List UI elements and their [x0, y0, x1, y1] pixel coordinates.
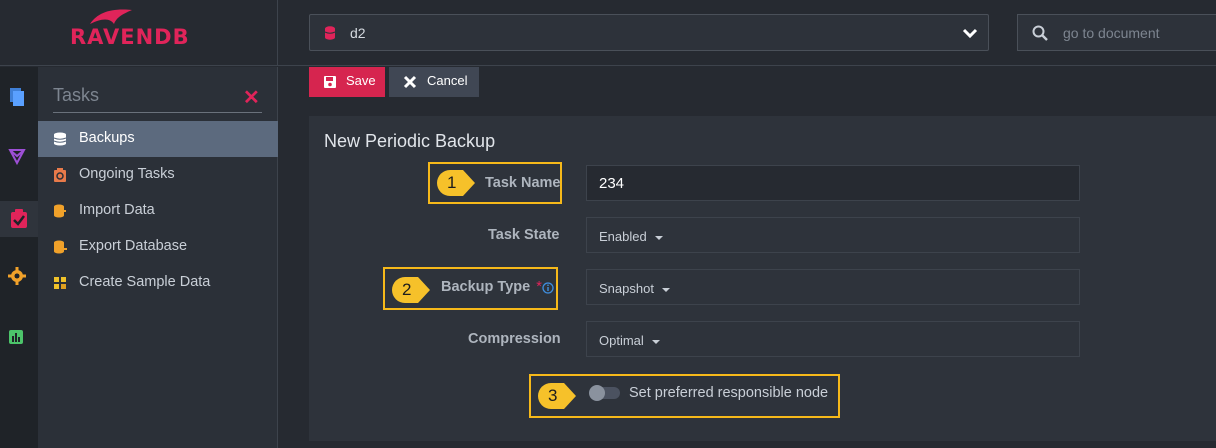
- cancel-button[interactable]: Cancel: [389, 67, 479, 97]
- logo-text: RAVENDB: [70, 25, 190, 49]
- menu-item-label: Create Sample Data: [79, 274, 211, 290]
- tasks-icon: [11, 209, 27, 228]
- database-icon: [324, 26, 336, 40]
- go-to-document-placeholder: go to document: [1063, 25, 1160, 41]
- menu-item-label: Ongoing Tasks: [79, 166, 175, 182]
- documents-nav[interactable]: [8, 87, 30, 109]
- indexes-nav[interactable]: [8, 147, 30, 169]
- menu-item-import-data[interactable]: Import Data: [38, 193, 278, 229]
- menu-item-label: Backups: [79, 130, 135, 146]
- database-selector[interactable]: d2: [309, 14, 989, 51]
- tasks-nav[interactable]: [0, 201, 38, 237]
- callout-number: 3: [548, 386, 558, 405]
- save-label: Save: [346, 73, 376, 88]
- database-name: d2: [350, 25, 366, 41]
- logo-area: RAVENDB: [0, 0, 278, 66]
- import-icon: [54, 204, 66, 218]
- caret-down-icon: [654, 235, 663, 240]
- save-button[interactable]: Save: [309, 67, 385, 97]
- form-title: New Periodic Backup: [324, 131, 496, 151]
- stats-nav[interactable]: [8, 329, 30, 351]
- task-state-dropdown[interactable]: Enabled: [586, 217, 1080, 253]
- tasks-menu: Tasks ✕ Backups Ongoing Tasks Import Dat…: [38, 67, 278, 448]
- sample-data-icon: [54, 277, 66, 289]
- export-icon: [54, 240, 67, 254]
- compression-value: Optimal: [599, 333, 644, 348]
- cancel-label: Cancel: [427, 73, 468, 88]
- main-icon-bar: [0, 67, 38, 448]
- callout-number: 1: [447, 173, 457, 192]
- menu-title: Tasks: [53, 85, 100, 105]
- chevron-down-icon: [962, 28, 978, 39]
- backup-icon: [53, 132, 67, 146]
- callout-marker-1: 1: [435, 168, 475, 198]
- menu-item-backups[interactable]: Backups: [38, 121, 278, 157]
- close-icon: [403, 75, 417, 89]
- menu-divider: [53, 112, 262, 113]
- gear-icon: [8, 267, 26, 285]
- task-name-value: 234: [599, 175, 625, 192]
- menu-item-create-sample-data[interactable]: Create Sample Data: [38, 265, 278, 301]
- menu-item-label: Export Database: [79, 238, 188, 254]
- documents-icon: [10, 88, 24, 106]
- backup-type-dropdown[interactable]: Snapshot: [586, 269, 1080, 305]
- task-state-label: Task State: [488, 227, 560, 243]
- search-icon: [1032, 25, 1048, 41]
- close-icon[interactable]: ✕: [243, 85, 260, 110]
- task-state-value: Enabled: [599, 229, 647, 244]
- raven-logo-icon: [90, 9, 132, 24]
- menu-item-label: Import Data: [79, 202, 155, 218]
- compression-label: Compression: [468, 331, 561, 347]
- menu-item-ongoing-tasks[interactable]: Ongoing Tasks: [38, 157, 278, 193]
- backup-type-value: Snapshot: [599, 281, 654, 296]
- save-icon: [324, 76, 336, 88]
- callout-number: 2: [402, 280, 412, 299]
- menu-item-export-database[interactable]: Export Database: [38, 229, 278, 265]
- ongoing-tasks-icon: [54, 168, 66, 182]
- caret-down-icon: [651, 339, 660, 344]
- top-bar: RAVENDB d2 go to document: [0, 0, 1216, 66]
- callout-marker-2: 2: [390, 275, 430, 305]
- stats-icon: [9, 330, 23, 344]
- settings-nav[interactable]: [8, 267, 30, 289]
- callout-marker-3: 3: [536, 381, 576, 411]
- indexes-icon: [8, 149, 26, 166]
- task-name-input[interactable]: 234: [586, 165, 1080, 201]
- go-to-document-input[interactable]: go to document: [1017, 14, 1216, 51]
- caret-down-icon: [661, 287, 670, 292]
- compression-dropdown[interactable]: Optimal: [586, 321, 1080, 357]
